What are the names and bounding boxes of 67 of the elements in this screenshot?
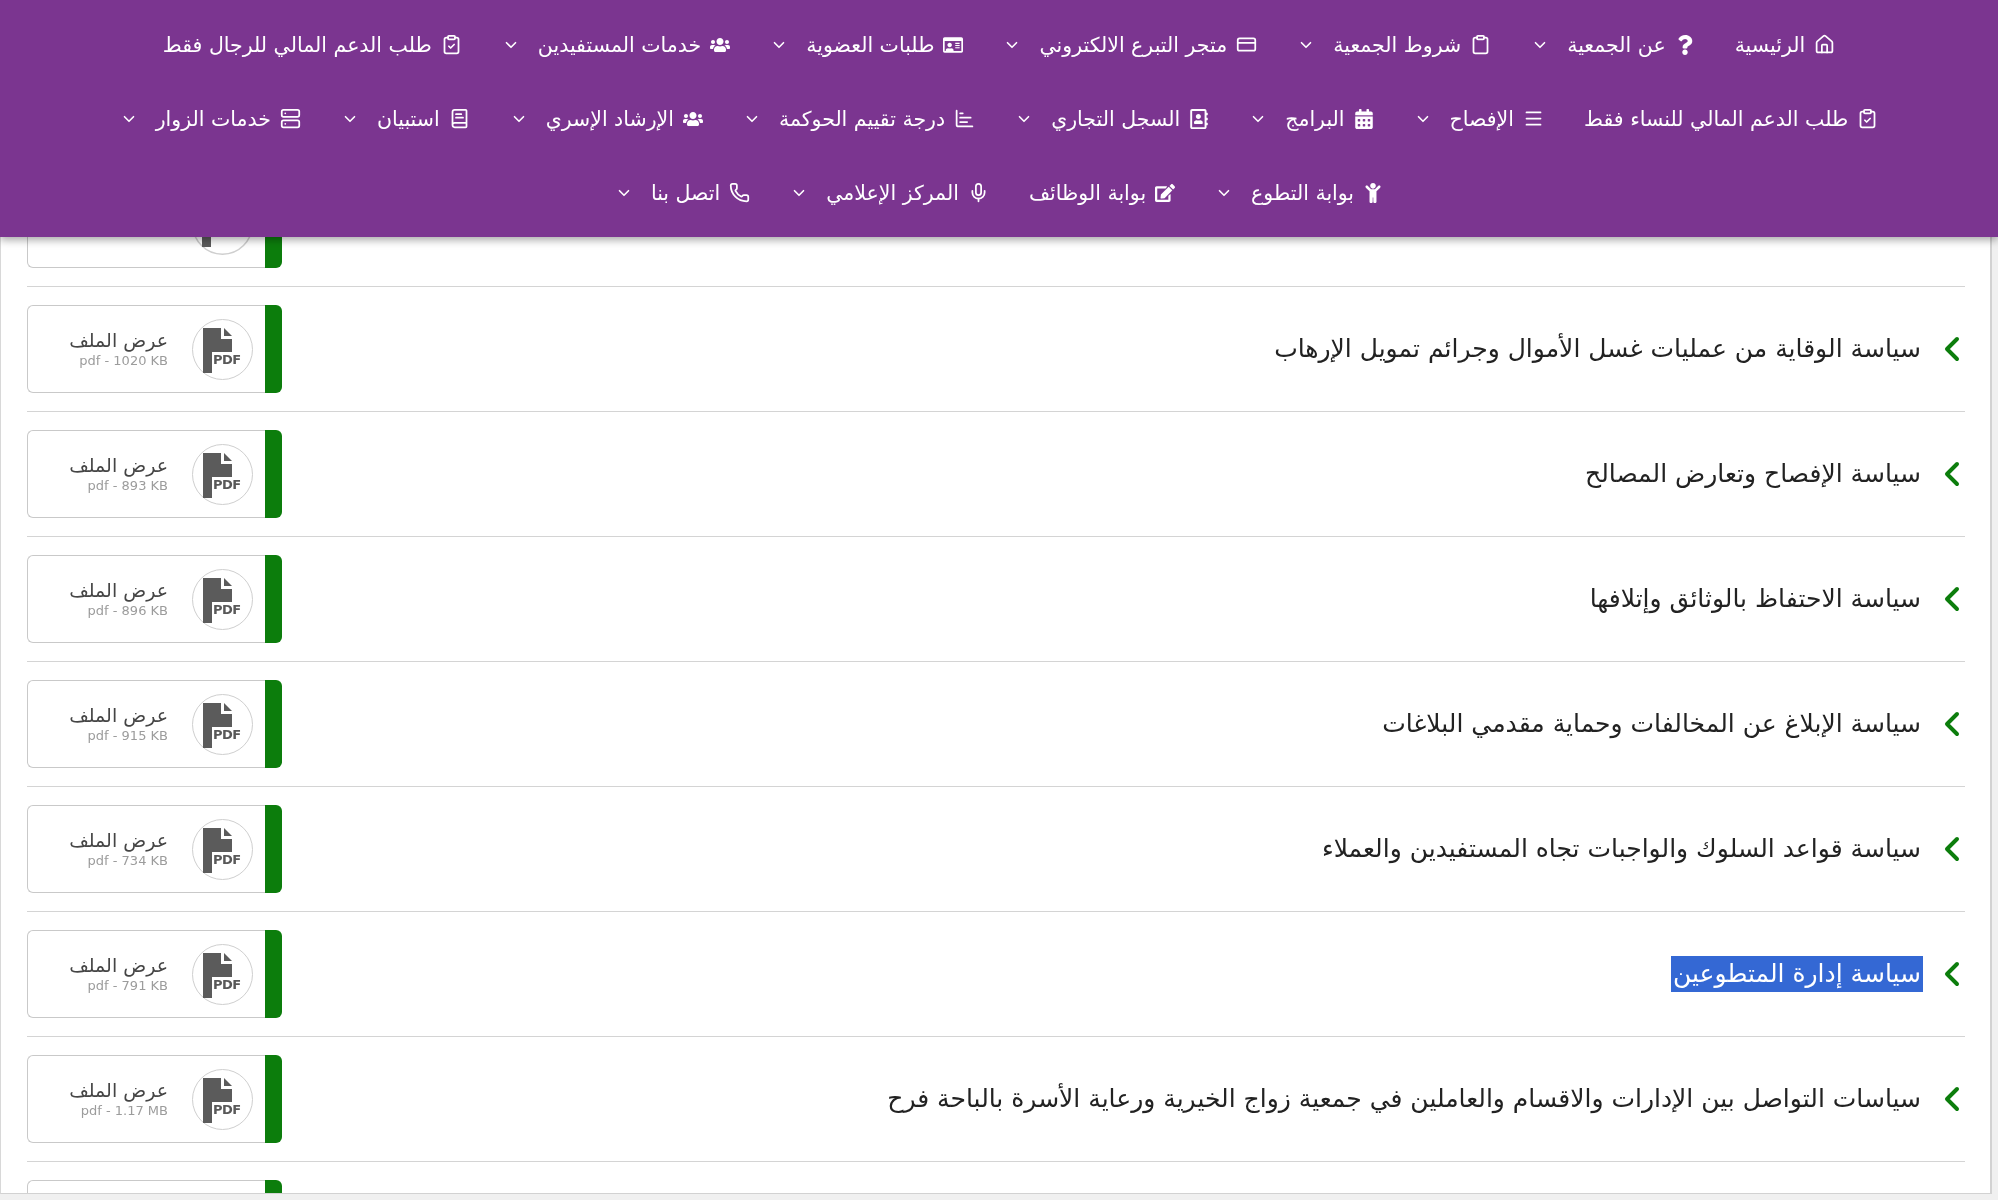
document-title: سياسة إدارة المتطوعين <box>1670 955 1923 993</box>
users-icon <box>682 109 703 129</box>
chevron-left-icon <box>1943 586 1961 612</box>
card-accent-bar <box>265 237 282 268</box>
nav-link[interactable]: خدمات الزوار <box>119 105 301 133</box>
nav-link[interactable]: المركز الإعلامي <box>790 179 989 207</box>
nav-link[interactable]: الإفصاح <box>1413 105 1544 133</box>
server-icon <box>279 108 301 130</box>
file-type-label: PDF <box>213 477 241 491</box>
document-title: سياسة الوقاية من عمليات غسل الأموال وجرائم تمويل الإرهاب <box>1273 332 1922 366</box>
calendar-icon <box>1353 109 1374 129</box>
contact-book-icon <box>1189 109 1210 129</box>
file-size-text: pdf - 734 KB <box>87 852 168 869</box>
file-type-label: PDF <box>213 977 241 991</box>
file-type-label: PDF <box>213 352 241 366</box>
nav-link[interactable]: الرئيسية <box>1734 31 1836 59</box>
file-size-text: pdf - 893 KB <box>87 477 168 494</box>
users-icon <box>710 35 731 55</box>
view-file-link[interactable]: عرض الملف <box>69 329 168 352</box>
nav-link[interactable]: السجل التجاري <box>1015 105 1210 133</box>
file-size-text: pdf - 915 KB <box>87 727 168 744</box>
document-title: سياسة الاحتفاظ بالوثائق وإتلافها <box>1588 582 1922 616</box>
document-title: سياسة قواعد السلوك والواجبات تجاه المستفيدين والعملاء <box>1320 832 1922 866</box>
file-size-text: pdf - 1020 KB <box>79 352 168 369</box>
nav-link[interactable]: طلب الدعم المالي للنساء فقط <box>1584 105 1879 133</box>
file-type-label: PDF <box>213 1102 241 1116</box>
view-file-link[interactable]: عرض الملف <box>69 704 168 727</box>
chevron-left-icon <box>1943 336 1961 362</box>
file-type-label: PDF <box>213 727 241 741</box>
nav-link[interactable]: خدمات المستفيدين <box>501 31 731 59</box>
nav-link[interactable]: طلب الدعم المالي للرجال فقط <box>162 31 462 59</box>
view-file-link[interactable]: عرض الملف <box>69 1079 168 1102</box>
file-size-text: pdf - 1.17 MB <box>80 1102 168 1119</box>
view-file-link[interactable]: عرض الملف <box>69 829 168 852</box>
bar-chart-icon <box>954 108 976 130</box>
nav-link[interactable]: متجر التبرع الالكتروني <box>1003 31 1258 59</box>
nav-link[interactable]: البرامج <box>1249 105 1374 133</box>
person-icon <box>1363 183 1384 203</box>
id-card-icon <box>943 35 964 55</box>
edit-icon <box>1155 183 1176 203</box>
card-accent-bar <box>265 1180 282 1193</box>
file-size-text: pdf - 896 KB <box>87 602 168 619</box>
nav-link[interactable]: درجة تقييم الحوكمة <box>742 105 976 133</box>
file-type-label: PDF <box>213 602 241 616</box>
phone-icon <box>729 182 751 204</box>
nav-link[interactable]: بوابة الوظائف <box>1028 179 1176 207</box>
file-size-text: pdf - 791 KB <box>87 977 168 994</box>
nav-link[interactable]: شروط الجمعية <box>1297 31 1492 59</box>
view-file-link[interactable]: عرض الملف <box>69 954 168 977</box>
chevron-left-icon <box>1943 961 1961 987</box>
chevron-left-icon <box>1943 461 1961 487</box>
document-title: سياسة الإفصاح وتعارض المصالح <box>1584 457 1922 491</box>
nav-link[interactable]: طلبات العضوية <box>770 31 964 59</box>
document-title: سياسة الإبلاغ عن المخالفات وحماية مقدمي البلاغات <box>1381 707 1922 741</box>
view-file-link[interactable]: عرض الملف <box>69 579 168 602</box>
nav-link[interactable]: عن الجمعية <box>1531 31 1695 59</box>
nav-link[interactable]: بوابة التطوع <box>1215 179 1384 207</box>
nav-link[interactable]: الإرشاد الإسري <box>509 105 703 133</box>
chevron-left-icon <box>1943 1086 1961 1112</box>
view-file-link[interactable]: عرض الملف <box>69 454 168 477</box>
document-title: سياسات التواصل بين الإدارات والاقسام والعاملين في جمعية زواج الخيرية ورعاية الأسرة بالباحة فرح <box>886 1082 1922 1116</box>
chevron-left-icon <box>1943 836 1961 862</box>
nav-link[interactable]: اتصل بنا <box>614 179 751 207</box>
chevron-left-icon <box>1943 711 1961 737</box>
file-type-label: PDF <box>213 852 241 866</box>
home-icon <box>1814 34 1836 56</box>
nav-link[interactable]: استبيان <box>340 105 470 133</box>
